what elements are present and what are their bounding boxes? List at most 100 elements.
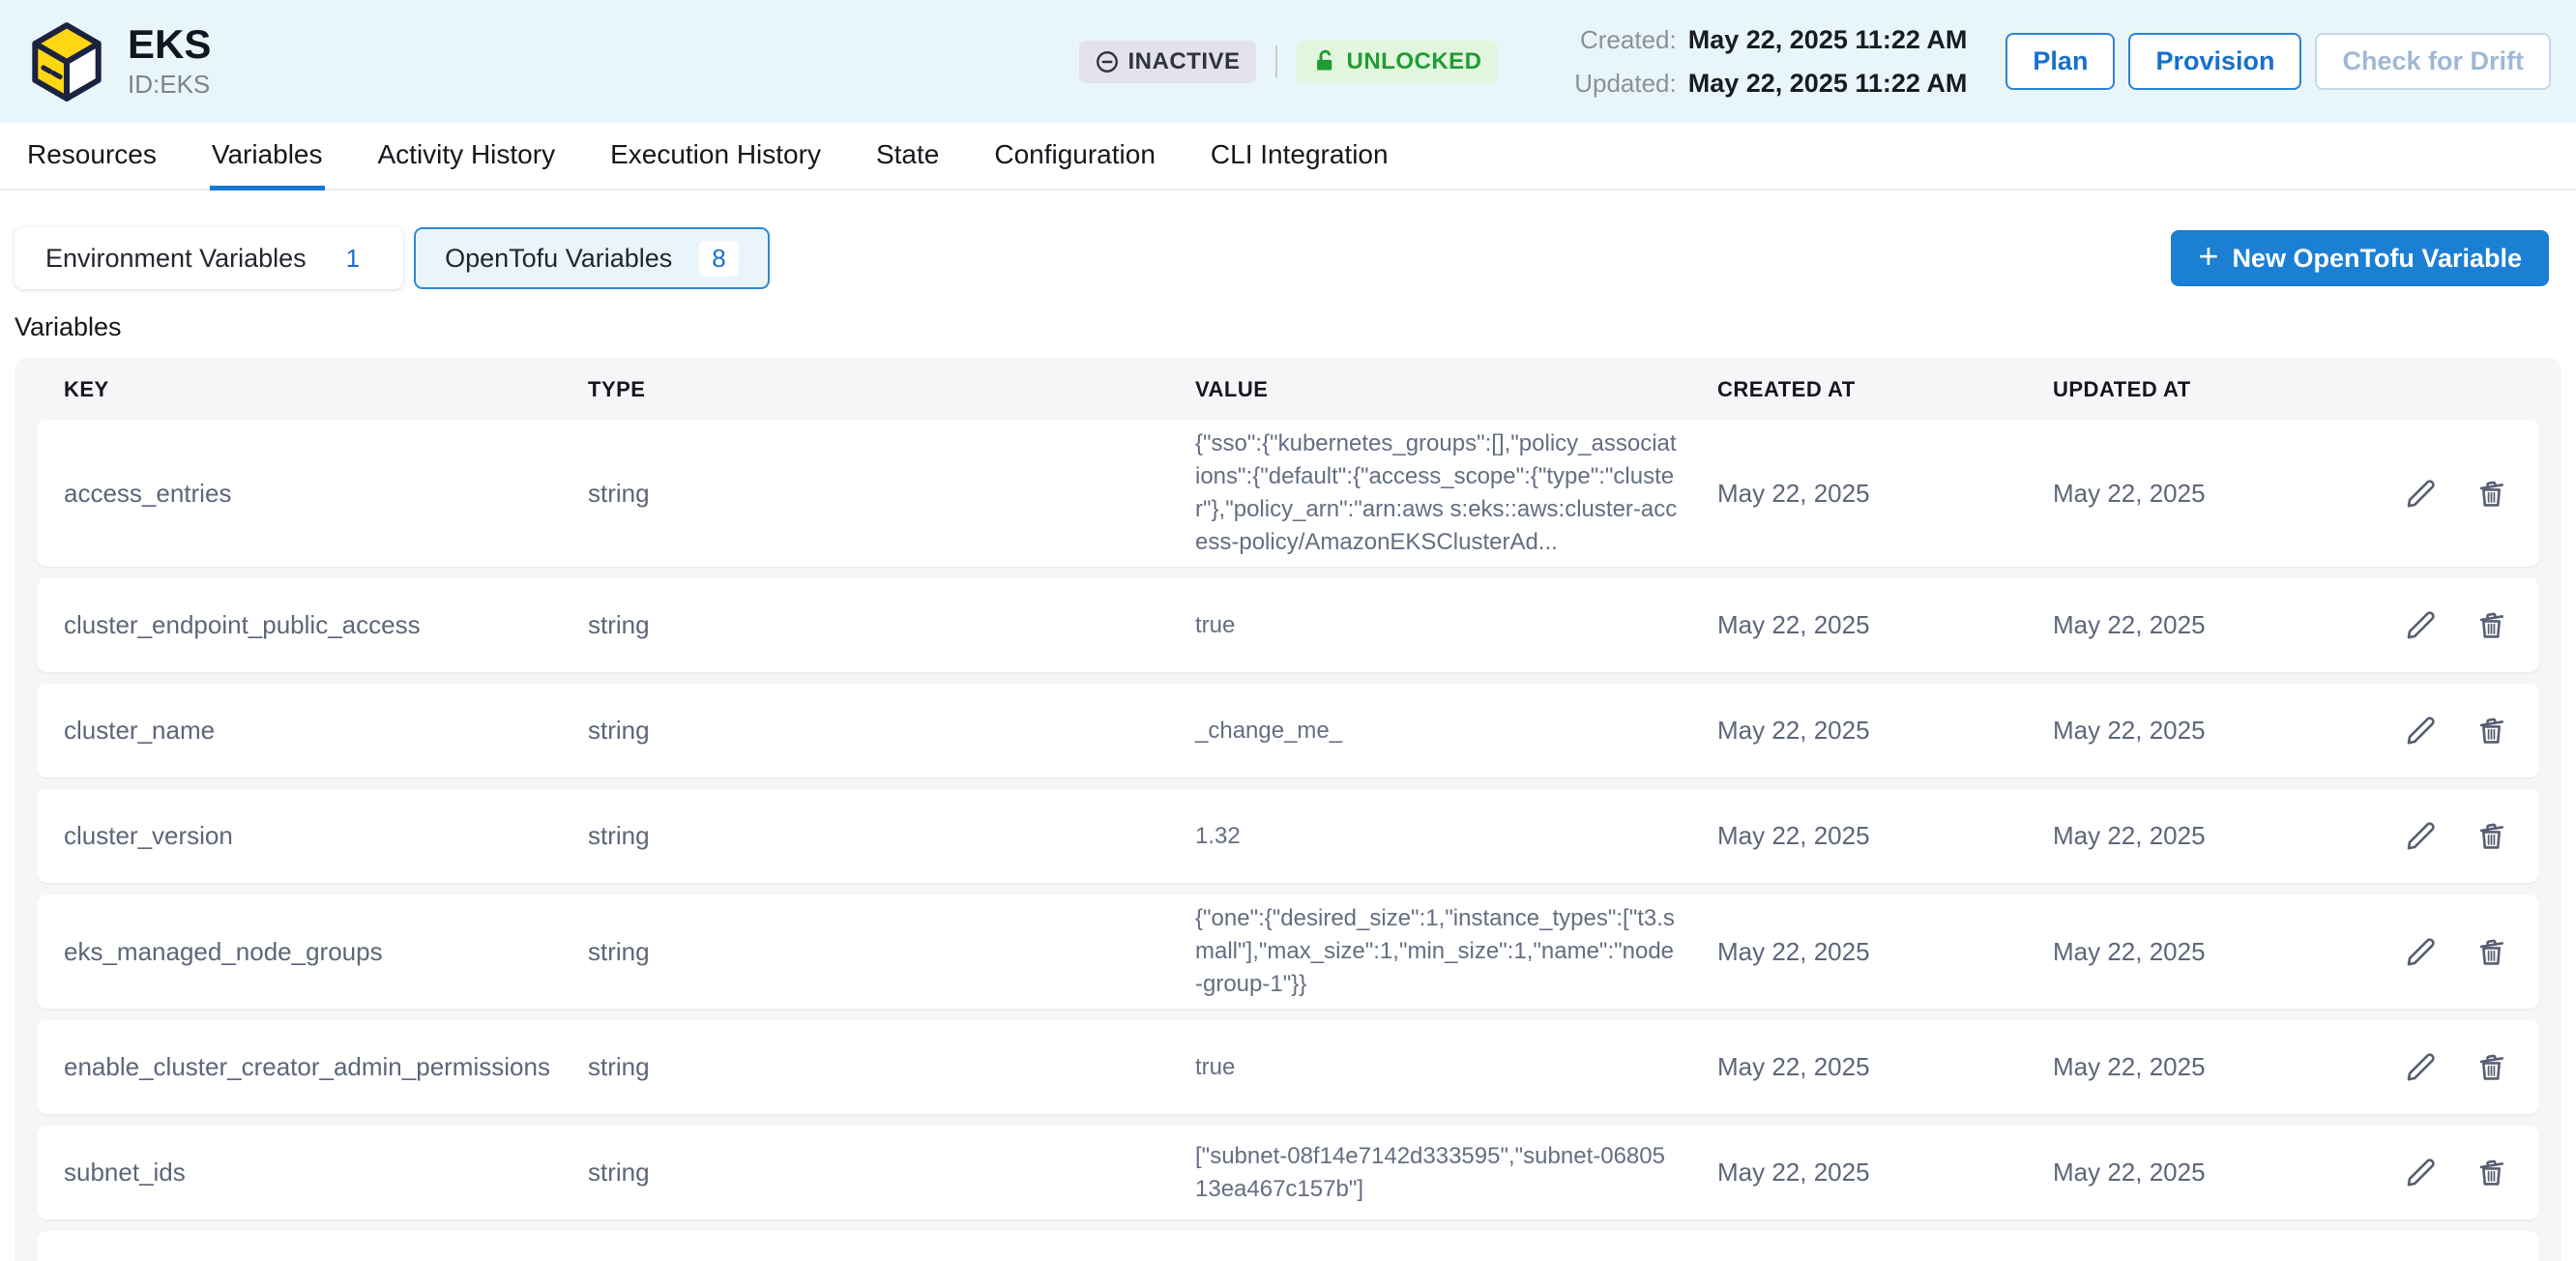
edit-variable-button[interactable] — [2400, 931, 2442, 973]
environment-id: ID:EKS — [128, 70, 211, 100]
variable-tab-opentofu-variables[interactable]: OpenTofu Variables8 — [414, 227, 770, 289]
tab-resources[interactable]: Resources — [25, 123, 159, 191]
trash-icon — [2474, 1156, 2508, 1189]
table-row: subnet_ids string ["subnet-08f14e7142d33… — [37, 1126, 2539, 1219]
status-badge: INACTIVE — [1079, 41, 1256, 83]
table-row: enable_cluster_creator_admin_permissions… — [37, 1020, 2539, 1114]
variable-created-at: May 22, 2025 — [1717, 821, 2053, 851]
pencil-icon — [2404, 935, 2438, 969]
header-left: EKS ID:EKS — [25, 20, 1079, 103]
edit-variable-button[interactable] — [2400, 815, 2442, 857]
delete-variable-button[interactable] — [2471, 604, 2512, 646]
variable-updated-at: May 22, 2025 — [2053, 716, 2400, 746]
column-header-key: KEY — [64, 377, 588, 402]
tab-activity-history[interactable]: Activity History — [376, 123, 558, 191]
plan-button[interactable]: Plan — [2005, 33, 2115, 90]
variable-updated-at: May 22, 2025 — [2053, 479, 2400, 509]
variable-key: enable_cluster_creator_admin_permissions — [64, 1052, 588, 1082]
edit-variable-button[interactable] — [2400, 473, 2442, 514]
provision-button[interactable]: Provision — [2128, 33, 2301, 90]
header-actions: Plan Provision Check for Drift — [2005, 33, 2551, 90]
variable-value: 1.32 — [1195, 820, 1693, 853]
delete-variable-button[interactable] — [2471, 815, 2512, 857]
variable-created-at: May 22, 2025 — [1717, 479, 2053, 509]
variable-updated-at: May 22, 2025 — [2053, 610, 2400, 640]
pencil-icon — [2404, 819, 2438, 853]
variable-key: cluster_endpoint_public_access — [64, 610, 588, 640]
lock-badge-label: UNLOCKED — [1347, 48, 1482, 75]
variable-count-badge: 8 — [699, 241, 738, 277]
trash-icon — [2474, 714, 2508, 748]
section-title: Variables — [15, 312, 2576, 342]
variable-created-at: May 22, 2025 — [1717, 1158, 2053, 1188]
tab-execution-history[interactable]: Execution History — [608, 123, 823, 191]
updated-row: Updated: May 22, 2025 11:22 AM — [1574, 69, 1967, 99]
edit-variable-button[interactable] — [2400, 1257, 2442, 1261]
variable-type-tabs: Environment Variables1OpenTofu Variables… — [15, 227, 2171, 289]
environment-tab-bar: Resources Variables Activity History Execut… — [0, 123, 2576, 191]
row-actions — [2400, 710, 2512, 751]
row-actions — [2400, 1046, 2512, 1088]
row-actions — [2400, 473, 2512, 514]
variable-updated-at: May 22, 2025 — [2053, 821, 2400, 851]
edit-variable-button[interactable] — [2400, 710, 2442, 751]
table-row: cluster_version string 1.32 May 22, 2025… — [37, 789, 2539, 883]
table-row: access_entries string {"sso":{"kubernete… — [37, 420, 2539, 567]
opentofu-cube-logo — [25, 20, 108, 103]
delete-variable-button[interactable] — [2471, 473, 2512, 514]
delete-variable-button[interactable] — [2471, 1257, 2512, 1261]
variable-updated-at: May 22, 2025 — [2053, 1052, 2400, 1082]
status-badges: INACTIVE UNLOCKED — [1079, 41, 1498, 83]
variable-value: _change_me_ — [1195, 715, 1693, 748]
table-row: cluster_endpoint_public_access string tr… — [37, 578, 2539, 672]
variable-key: cluster_name — [64, 716, 588, 746]
circle-minus-icon — [1095, 49, 1120, 74]
row-actions — [2400, 1152, 2512, 1193]
check-for-drift-button[interactable]: Check for Drift — [2315, 33, 2551, 90]
tab-cli-integration[interactable]: CLI Integration — [1209, 123, 1390, 191]
new-opentofu-variable-button[interactable]: + New OpenTofu Variable — [2171, 230, 2549, 286]
timestamps: Created: May 22, 2025 11:22 AM Updated: … — [1574, 25, 1967, 99]
delete-variable-button[interactable] — [2471, 710, 2512, 751]
pencil-icon — [2404, 608, 2438, 642]
title-block: EKS ID:EKS — [128, 23, 211, 100]
variable-value: true — [1195, 609, 1693, 642]
pencil-icon — [2404, 477, 2438, 511]
delete-variable-button[interactable] — [2471, 1046, 2512, 1088]
updated-value: May 22, 2025 11:22 AM — [1688, 69, 1968, 99]
variable-updated-at: May 22, 2025 — [2053, 1158, 2400, 1188]
variables-page: Environment Variables1OpenTofu Variables… — [0, 191, 2576, 1261]
plus-icon: + — [2198, 239, 2218, 274]
environment-header: EKS ID:EKS INACTIVE UNLOCKED Created: Ma… — [0, 0, 2576, 123]
variable-created-at: May 22, 2025 — [1717, 716, 2053, 746]
page-title: EKS — [128, 23, 211, 66]
pencil-icon — [2404, 1156, 2438, 1189]
trash-icon — [2474, 1050, 2508, 1084]
variable-updated-at: May 22, 2025 — [2053, 937, 2400, 967]
variable-value: {"one":{"desired_size":1,"instance_types… — [1195, 902, 1693, 1001]
column-header-type: TYPE — [588, 377, 1195, 402]
created-value: May 22, 2025 11:22 AM — [1688, 25, 1968, 55]
variable-tabs-row: Environment Variables1OpenTofu Variables… — [0, 191, 2576, 289]
variable-type: string — [588, 716, 1195, 746]
table-body: access_entries string {"sso":{"kubernete… — [37, 420, 2539, 1261]
row-actions — [2400, 1257, 2512, 1261]
variable-value: {"sso":{"kubernetes_groups":[],"policy_a… — [1195, 427, 1693, 559]
tab-configuration[interactable]: Configuration — [992, 123, 1157, 191]
delete-variable-button[interactable] — [2471, 1152, 2512, 1193]
table-row: cluster_name string _change_me_ May 22, … — [37, 684, 2539, 777]
edit-variable-button[interactable] — [2400, 604, 2442, 646]
trash-icon — [2474, 819, 2508, 853]
delete-variable-button[interactable] — [2471, 931, 2512, 973]
created-label: Created: — [1580, 25, 1677, 55]
edit-variable-button[interactable] — [2400, 1152, 2442, 1193]
tab-variables[interactable]: Variables — [210, 123, 325, 191]
tab-state[interactable]: State — [874, 123, 941, 191]
column-header-updated-at: UPDATED AT — [2053, 377, 2512, 402]
badge-divider — [1275, 45, 1277, 78]
variable-type: string — [588, 937, 1195, 967]
variable-key: subnet_ids — [64, 1158, 588, 1188]
column-header-created-at: CREATED AT — [1717, 377, 2053, 402]
variable-tab-environment-variables[interactable]: Environment Variables1 — [15, 227, 403, 289]
edit-variable-button[interactable] — [2400, 1046, 2442, 1088]
